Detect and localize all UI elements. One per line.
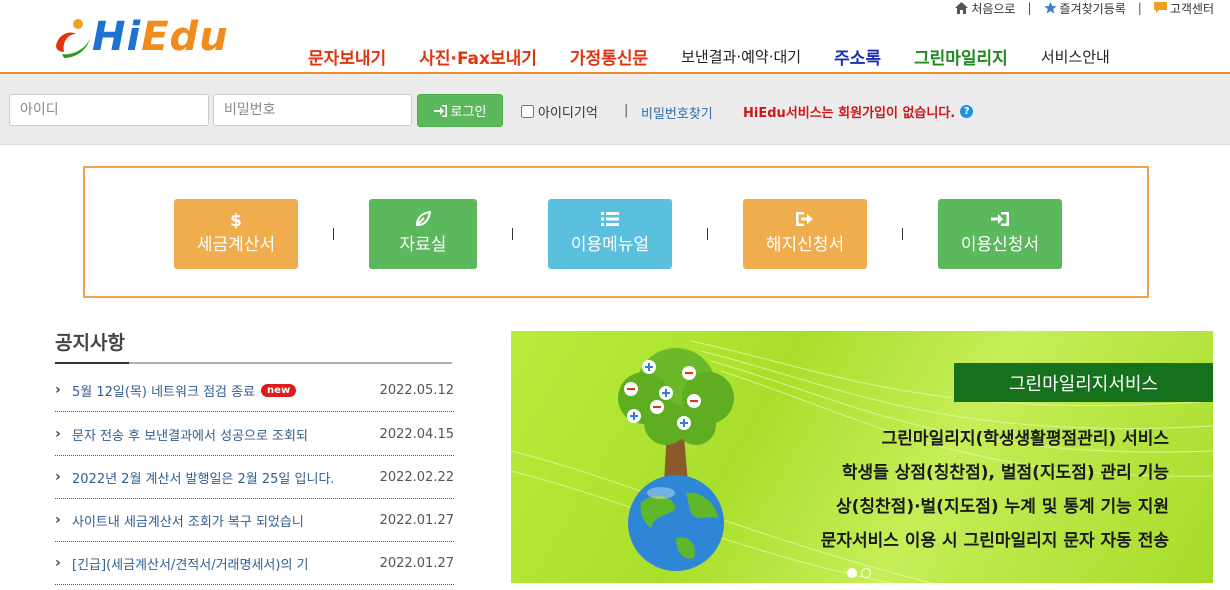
notice-row[interactable]: › 5월 12일(목) 네트워크 점검 종료 new 2022.05.12 bbox=[55, 369, 454, 412]
find-password-link[interactable]: 비밀번호찾기 bbox=[641, 103, 713, 122]
quick-cancel-form-button[interactable]: 해지신청서 bbox=[743, 199, 867, 269]
sign-in-icon bbox=[433, 104, 447, 117]
notice-title-underline bbox=[55, 362, 452, 364]
bookmark-link-label: 즐겨찾기등록 bbox=[1059, 1, 1126, 16]
no-signup-notice: HiEdu서비스는 회원가입이 없습니다. ? bbox=[743, 102, 974, 121]
notice-row-title: 2022년 2월 계산서 발행일은 2월 25일 입니다. bbox=[72, 471, 335, 487]
main-nav: 문자보내기 사진·Fax보내기 가정통신문 보낸결과·예약·대기 주소록 그린마… bbox=[308, 44, 1143, 69]
leaf-icon bbox=[415, 210, 432, 233]
quick-separator bbox=[333, 228, 334, 240]
quick-tax-invoice-label: 세금계산서 bbox=[196, 235, 276, 255]
new-badge: new bbox=[261, 383, 297, 397]
banner-title: 그린마일리지서비스 bbox=[954, 363, 1213, 402]
chevron-right-icon: › bbox=[55, 512, 61, 528]
quick-separator bbox=[902, 228, 903, 240]
login-button[interactable]: 로그인 bbox=[417, 94, 503, 127]
quick-separator bbox=[707, 228, 708, 240]
notice-title[interactable]: 공지사항 bbox=[55, 328, 125, 355]
quick-menu: $ 세금계산서 자료실 이용메뉴얼 해지신청서 이용신청서 bbox=[83, 166, 1149, 298]
chat-icon bbox=[1153, 2, 1167, 13]
chevron-right-icon: › bbox=[55, 555, 61, 571]
notice-row-title: 5월 12일(목) 네트워크 점검 종료 bbox=[72, 384, 256, 400]
nav-home-letter[interactable]: 가정통신문 bbox=[570, 44, 648, 69]
remember-id-label: 아이디기억 bbox=[538, 106, 598, 121]
notice-row-date: 2022.02.22 bbox=[379, 469, 454, 485]
banner-line: 문자서비스 이용 시 그린마일리지 문자 자동 전송 bbox=[820, 531, 1169, 551]
notice-row-title: [긴급](세금계산서/견적서/거래명세서)의 기 bbox=[72, 557, 309, 573]
notice-row-date: 2022.05.12 bbox=[379, 382, 454, 398]
logo-swoosh-icon bbox=[56, 19, 90, 58]
tree-globe-illustration bbox=[618, 348, 734, 571]
login-separator: | bbox=[624, 103, 629, 118]
chevron-right-icon: › bbox=[55, 469, 61, 485]
home-icon bbox=[955, 2, 969, 14]
help-icon[interactable]: ? bbox=[960, 105, 974, 118]
header: HiEdu 처음으로 | 즐겨찾기등록 | 고객센터 문자보내기 사진·Fax보… bbox=[0, 0, 1230, 72]
home-link-label: 처음으로 bbox=[971, 1, 1016, 16]
quick-tax-invoice-button[interactable]: $ 세금계산서 bbox=[174, 199, 298, 269]
home-link[interactable]: 처음으로 bbox=[955, 0, 1015, 17]
password-input[interactable] bbox=[213, 94, 412, 126]
quick-separator bbox=[512, 228, 513, 240]
notice-row[interactable]: › 2022년 2월 계산서 발행일은 2월 25일 입니다. 2022.02.… bbox=[55, 456, 454, 499]
banner-line: 상(칭찬점)·벌(지도점) 누계 및 통계 기능 지원 bbox=[835, 497, 1169, 517]
login-button-label: 로그인 bbox=[450, 105, 487, 120]
quick-apply-form-button[interactable]: 이용신청서 bbox=[938, 199, 1062, 269]
id-input[interactable] bbox=[9, 94, 209, 126]
chevron-right-icon: › bbox=[55, 382, 61, 398]
sign-out-icon bbox=[796, 211, 814, 233]
nav-results[interactable]: 보낸결과·예약·대기 bbox=[681, 46, 801, 67]
dollar-icon: $ bbox=[230, 211, 242, 231]
banner-line: 그린마일리지(학생생활평점관리) 서비스 bbox=[881, 429, 1169, 449]
quick-cancel-form-label: 해지신청서 bbox=[765, 235, 845, 255]
slide-dot-2[interactable] bbox=[861, 568, 871, 578]
notice-row[interactable]: › [긴급](세금계산서/견적서/거래명세서)의 기 2022.01.27 bbox=[55, 542, 454, 585]
list-icon bbox=[601, 211, 619, 233]
no-signup-text: HiEdu서비스는 회원가입이 없습니다. bbox=[743, 106, 956, 121]
utility-links: 처음으로 | 즐겨찾기등록 | 고객센터 bbox=[955, 0, 1214, 16]
slide-indicator bbox=[847, 568, 871, 578]
notice-row-date: 2022.01.27 bbox=[379, 555, 454, 571]
hiedu-logo[interactable]: HiEdu bbox=[52, 12, 262, 62]
notice-row-title: 사이트내 세금계산서 조회가 복구 되었습니 bbox=[72, 514, 304, 530]
banner-line: 학생들 상점(칭찬점), 벌점(지도점) 관리 기능 bbox=[841, 463, 1169, 483]
nav-service-info[interactable]: 서비스안내 bbox=[1041, 46, 1110, 67]
nav-send-sms[interactable]: 문자보내기 bbox=[308, 44, 386, 69]
quick-apply-form-label: 이용신청서 bbox=[960, 235, 1040, 255]
quick-library-button[interactable]: 자료실 bbox=[369, 199, 477, 269]
quick-manual-button[interactable]: 이용메뉴얼 bbox=[548, 199, 672, 269]
quick-library-label: 자료실 bbox=[399, 235, 447, 255]
nav-address-book[interactable]: 주소록 bbox=[834, 44, 881, 69]
star-icon bbox=[1043, 2, 1057, 14]
green-mileage-banner[interactable]: 그린마일리지서비스 그린마일리지(학생생활평점관리) 서비스 학생들 상점(칭찬… bbox=[511, 331, 1213, 583]
customer-center-label: 고객센터 bbox=[1169, 1, 1214, 16]
nav-send-photo-fax[interactable]: 사진·Fax보내기 bbox=[419, 44, 537, 69]
remember-id-checkbox[interactable] bbox=[521, 105, 534, 118]
login-bar: 로그인 아이디기억 | 비밀번호찾기 HiEdu서비스는 회원가입이 없습니다.… bbox=[0, 74, 1230, 145]
quick-manual-label: 이용메뉴얼 bbox=[570, 235, 650, 255]
notice-row-date: 2022.01.27 bbox=[379, 512, 454, 528]
nav-green-mileage[interactable]: 그린마일리지 bbox=[914, 44, 1008, 69]
customer-center-link[interactable]: 고객센터 bbox=[1153, 0, 1214, 17]
notice-row[interactable]: › 문자 전송 후 보낸결과에서 성공으로 조회되 2022.04.15 bbox=[55, 413, 454, 456]
notice-row[interactable]: › 사이트내 세금계산서 조회가 복구 되었습니 2022.01.27 bbox=[55, 499, 454, 542]
bookmark-link[interactable]: 즐겨찾기등록 bbox=[1043, 0, 1126, 17]
remember-id[interactable]: 아이디기억 bbox=[521, 102, 598, 121]
chevron-right-icon: › bbox=[55, 426, 61, 442]
sign-in-icon bbox=[991, 211, 1009, 233]
slide-dot-1[interactable] bbox=[847, 568, 857, 578]
banner-text: 그린마일리지(학생생활평점관리) 서비스 학생들 상점(칭찬점), 벌점(지도점… bbox=[821, 422, 1169, 558]
logo-wordmark: HiEdu bbox=[92, 14, 229, 60]
notice-row-date: 2022.04.15 bbox=[379, 426, 454, 442]
notice-row-title: 문자 전송 후 보낸결과에서 성공으로 조회되 bbox=[72, 428, 308, 444]
